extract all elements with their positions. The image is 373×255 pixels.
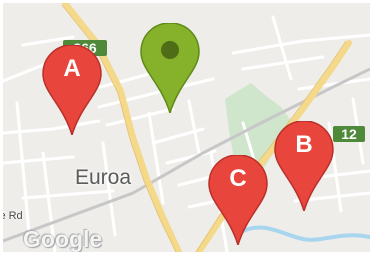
map-marker-a[interactable]: A (41, 45, 103, 135)
map-marker-b[interactable]: B (273, 121, 335, 211)
street-label: le Rd (3, 210, 23, 222)
map-brand-logo: Google (23, 226, 103, 252)
map-marker-c[interactable]: C (207, 155, 269, 245)
marker-b-label: B (295, 131, 313, 158)
map-marker-selected[interactable] (139, 23, 201, 113)
town-label: Euroa (75, 166, 132, 189)
marker-a-label: A (63, 55, 81, 82)
route-shield-12: 12 (333, 126, 365, 142)
map-view[interactable]: 266 12 Euroa le Rd Google A B C (3, 3, 370, 252)
marker-selected-pin-icon (140, 23, 200, 113)
marker-c-label: C (229, 165, 247, 192)
